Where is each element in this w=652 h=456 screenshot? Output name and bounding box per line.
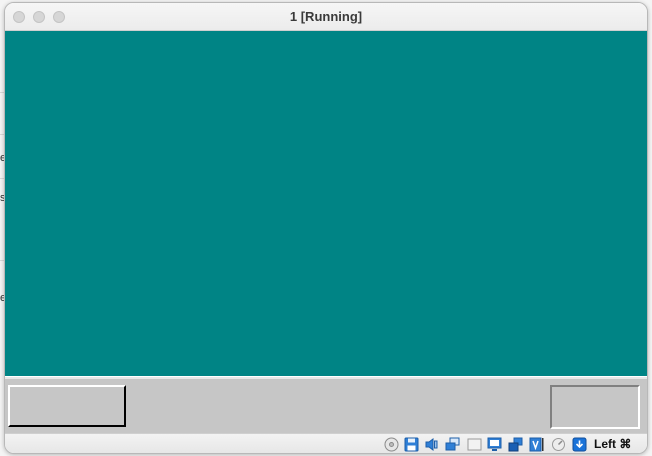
shared-folders-icon[interactable] — [508, 437, 523, 452]
floppy-disk-icon[interactable] — [404, 437, 419, 452]
mouse-integration-icon[interactable] — [551, 437, 566, 452]
vm-window: 1 [Running] Left ⌘ — [4, 2, 648, 454]
display-icon[interactable] — [487, 437, 502, 452]
system-tray[interactable] — [550, 385, 640, 429]
optical-drive-icon[interactable] — [384, 437, 399, 452]
audio-icon[interactable] — [424, 437, 439, 452]
title-bar[interactable]: 1 [Running] — [5, 3, 647, 31]
virtualization-icon[interactable] — [529, 437, 544, 452]
network-icon[interactable] — [445, 437, 460, 452]
start-button[interactable] — [8, 385, 126, 427]
host-key-label: Left ⌘ — [594, 437, 632, 451]
guest-taskbar — [5, 377, 647, 435]
guest-desktop[interactable] — [5, 31, 647, 376]
vm-status-bar: Left ⌘ — [5, 433, 647, 453]
keyboard-capture-icon[interactable] — [572, 437, 587, 452]
usb-icon[interactable] — [467, 437, 482, 452]
window-title: 1 [Running] — [289, 9, 363, 24]
